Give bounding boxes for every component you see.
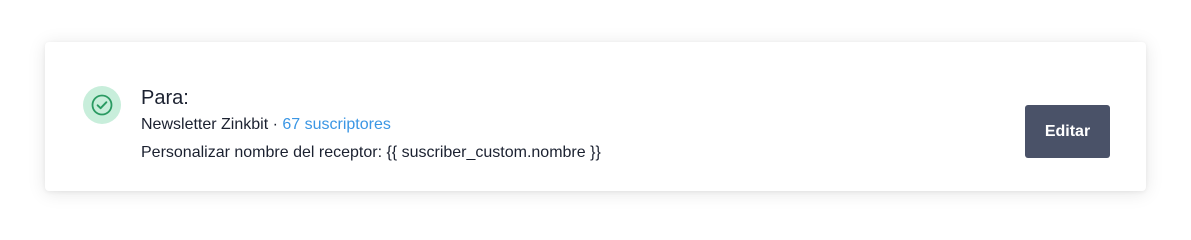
check-circle-icon-glyph [91, 94, 113, 116]
recipient-details: Para: Newsletter Zinkbit · 67 suscriptor… [141, 86, 601, 163]
subscribers-link[interactable]: 67 suscriptores [282, 116, 391, 133]
personalize-receiver-name: Personalizar nombre del receptor: {{ sus… [141, 144, 601, 161]
separator-dot: · [268, 116, 283, 133]
section-title: Para: [141, 87, 189, 109]
list-summary: Newsletter Zinkbit · 67 suscriptores [141, 115, 601, 135]
edit-button[interactable]: Editar [1025, 105, 1110, 158]
check-circle-icon [83, 86, 121, 124]
list-name: Newsletter Zinkbit [141, 116, 269, 133]
recipient-card: Para: Newsletter Zinkbit · 67 suscriptor… [45, 42, 1146, 191]
